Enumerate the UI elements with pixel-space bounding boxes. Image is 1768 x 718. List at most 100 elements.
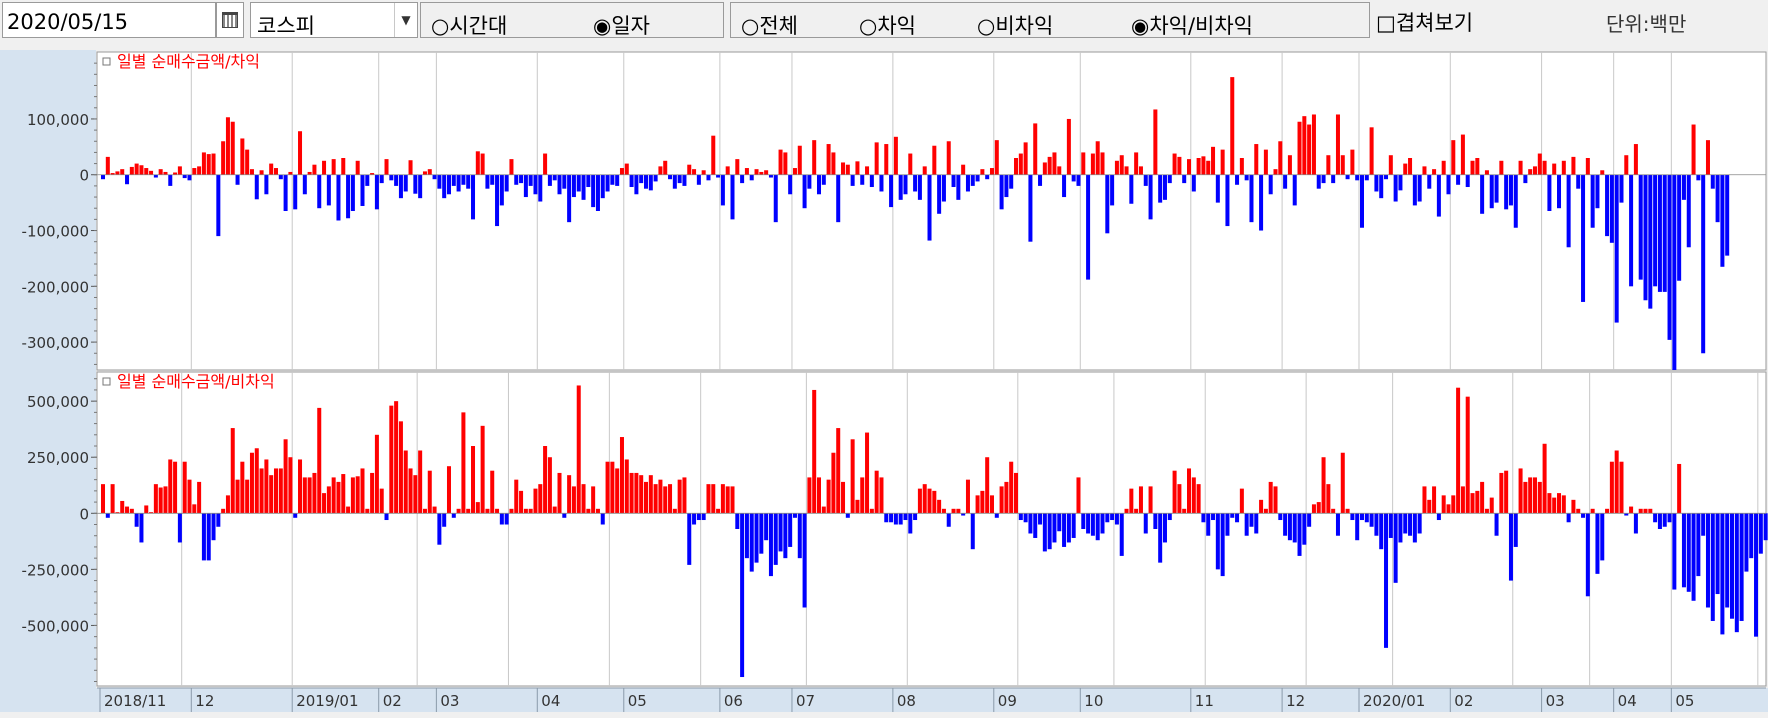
bar — [1331, 174, 1336, 184]
bar — [917, 174, 922, 200]
bar — [1345, 174, 1350, 180]
bar — [1369, 513, 1374, 527]
bar — [913, 513, 918, 521]
bar — [177, 166, 182, 175]
bar — [1691, 124, 1696, 175]
bar — [1552, 163, 1557, 175]
bar — [1196, 484, 1201, 514]
radio-arbitrage-non-arbitrage[interactable]: ◉차익/비차익 — [1131, 10, 1253, 40]
bar — [634, 472, 639, 514]
bar — [1254, 513, 1259, 534]
bar — [571, 174, 576, 198]
bar — [1158, 174, 1163, 203]
bar — [893, 513, 898, 525]
bar — [595, 174, 600, 211]
bar — [812, 389, 817, 514]
bar — [1484, 508, 1489, 514]
bar — [1172, 153, 1177, 175]
bar — [461, 412, 466, 514]
bar — [1086, 513, 1091, 534]
bar — [413, 174, 418, 194]
bar — [1470, 493, 1475, 514]
bar — [389, 174, 394, 181]
bar — [1177, 484, 1182, 514]
bar — [898, 513, 903, 525]
radio-all[interactable]: ○전체 — [741, 10, 798, 40]
bar — [1162, 513, 1167, 543]
bar — [129, 166, 134, 175]
bar — [1672, 513, 1677, 590]
bar — [1451, 140, 1456, 175]
radio-time[interactable]: ○시간대 — [431, 10, 507, 40]
bar — [1062, 174, 1067, 198]
bar — [663, 486, 668, 514]
bar — [446, 174, 451, 195]
bar — [490, 174, 495, 185]
bar — [1701, 513, 1706, 536]
bar — [985, 174, 990, 180]
bar — [1062, 513, 1067, 547]
bar — [245, 149, 250, 175]
bar — [139, 165, 144, 175]
bar — [1302, 116, 1307, 175]
bar — [725, 486, 730, 514]
bar — [120, 500, 125, 514]
bar — [644, 174, 649, 189]
bar — [1653, 174, 1658, 287]
bar — [1057, 513, 1062, 532]
overlap-checkbox[interactable]: □겹쳐보기 — [1376, 7, 1473, 37]
bar — [1196, 158, 1201, 175]
market-select[interactable]: 코스피 ▼ — [250, 2, 418, 38]
date-input[interactable]: 2020/05/15 — [2, 2, 216, 38]
bar — [1369, 127, 1374, 175]
bar — [1018, 513, 1023, 521]
radio-non-arbitrage[interactable]: ○비차익 — [977, 10, 1053, 40]
bar — [173, 461, 178, 514]
date-value: 2020/05/15 — [7, 10, 129, 34]
bar — [937, 499, 942, 514]
bar — [389, 405, 394, 514]
y-tick-label: -300,000 — [22, 334, 89, 352]
bar — [120, 169, 125, 175]
radio-daily[interactable]: ◉일자 — [593, 10, 650, 40]
bar — [442, 513, 447, 527]
bar — [374, 434, 379, 514]
bar — [490, 470, 495, 514]
bar — [1720, 174, 1725, 267]
bar — [562, 174, 567, 189]
bar — [989, 495, 994, 514]
x-axis-background — [0, 688, 1768, 712]
bar — [1581, 174, 1586, 302]
bar — [1038, 513, 1043, 525]
bar — [533, 174, 538, 195]
calendar-button[interactable] — [216, 2, 244, 38]
bar — [999, 486, 1004, 514]
bar — [1734, 513, 1739, 633]
bar — [1268, 481, 1273, 514]
bar — [1725, 513, 1730, 608]
bar — [1581, 513, 1586, 518]
radio-arbitrage[interactable]: ○차익 — [859, 10, 916, 40]
bar — [788, 513, 793, 547]
bar — [115, 171, 120, 175]
bar — [144, 168, 149, 175]
toolbar: 2020/05/15 코스피 ▼ ○시간대 ◉일자 ○전체 ○차익 ○비차익 ◉… — [0, 0, 1768, 44]
bar — [1643, 174, 1648, 301]
bar — [672, 508, 677, 514]
bar — [1071, 513, 1076, 538]
bar — [1451, 495, 1456, 514]
bar — [1590, 174, 1595, 228]
chevron-down-icon[interactable]: ▼ — [394, 3, 417, 37]
bar — [1633, 144, 1638, 175]
bar — [1283, 513, 1288, 536]
bar — [504, 513, 509, 525]
bar — [259, 170, 264, 175]
bar — [951, 508, 956, 514]
bar — [648, 475, 653, 514]
bar — [384, 513, 389, 521]
bar — [1235, 174, 1240, 185]
bar — [1710, 174, 1715, 189]
bar — [278, 174, 283, 180]
bar — [1311, 504, 1316, 514]
bar — [985, 457, 990, 514]
